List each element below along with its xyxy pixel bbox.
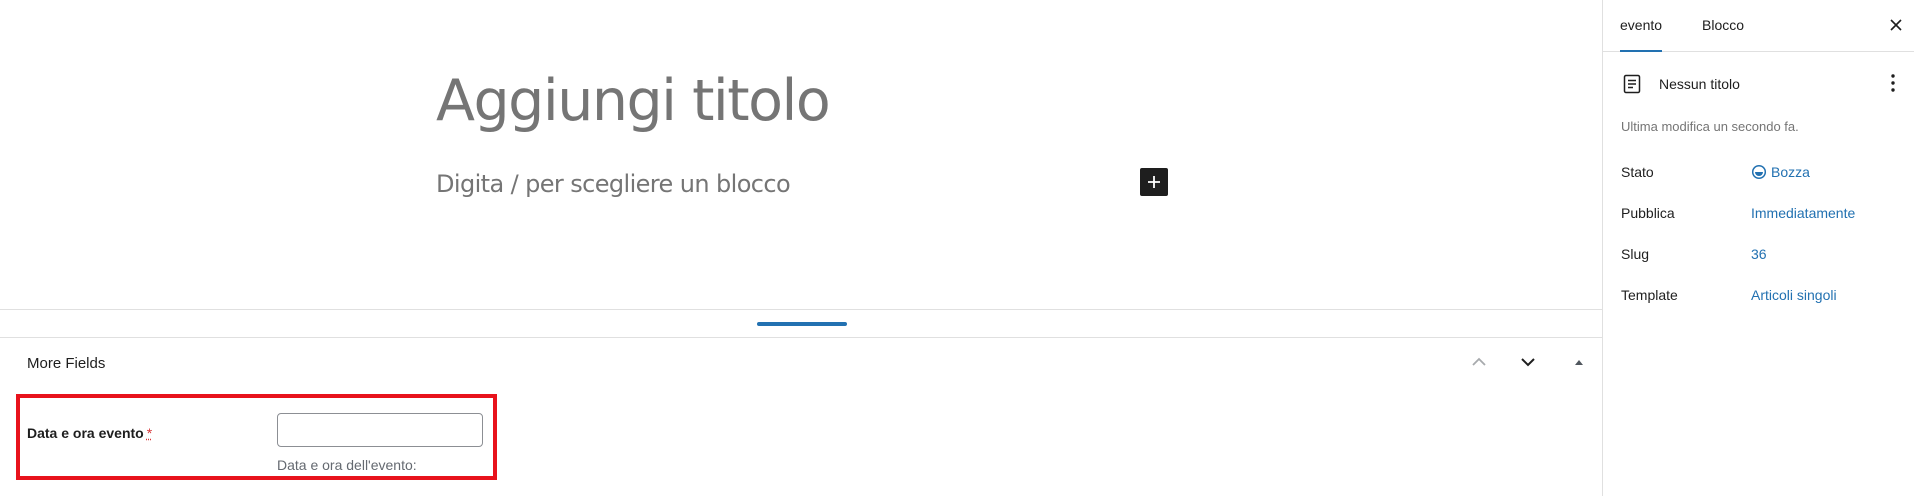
post-actions-button[interactable] bbox=[1887, 71, 1899, 95]
event-datetime-description: Data e ora dell'evento: bbox=[277, 457, 417, 473]
move-up-button[interactable] bbox=[1467, 350, 1491, 374]
last-modified: Ultima modifica un secondo fa. bbox=[1621, 119, 1799, 134]
block-placeholder[interactable]: Digita / per scegliere un blocco bbox=[436, 170, 791, 198]
slug-value[interactable]: 36 bbox=[1751, 246, 1767, 262]
sidebar-tabs: evento Blocco bbox=[1603, 0, 1914, 52]
post-title-input[interactable]: Aggiungi titolo bbox=[436, 68, 831, 134]
chevron-down-icon bbox=[1521, 358, 1535, 367]
close-sidebar-button[interactable] bbox=[1885, 14, 1907, 36]
plus-icon bbox=[1148, 176, 1160, 188]
tab-blocco[interactable]: Blocco bbox=[1702, 0, 1744, 51]
status-label: Stato bbox=[1621, 164, 1654, 180]
status-value[interactable]: Bozza bbox=[1771, 164, 1810, 180]
slug-label: Slug bbox=[1621, 246, 1650, 262]
post-document-icon bbox=[1623, 74, 1641, 94]
divider bbox=[0, 309, 1602, 310]
divider bbox=[0, 337, 1602, 338]
meta-box-title: More Fields bbox=[27, 355, 106, 372]
publish-value[interactable]: Immediatamente bbox=[1751, 205, 1855, 221]
close-icon bbox=[1890, 19, 1902, 31]
chevron-up-icon bbox=[1472, 357, 1486, 366]
add-block-button[interactable] bbox=[1140, 168, 1168, 196]
tab-evento[interactable]: evento bbox=[1620, 0, 1663, 52]
draft-status-icon bbox=[1751, 164, 1767, 180]
post-title: Nessun titolo bbox=[1659, 76, 1740, 92]
template-label: Template bbox=[1621, 287, 1678, 303]
toggle-panel-button[interactable] bbox=[1567, 350, 1591, 374]
required-mark: * bbox=[146, 425, 153, 441]
publish-label: Pubblica bbox=[1621, 205, 1675, 221]
event-datetime-label: Data e ora evento * bbox=[27, 425, 153, 441]
settings-sidebar: evento Blocco Nessun titolo Ultima modif… bbox=[1602, 0, 1914, 496]
meta-boxes-resize-handle[interactable] bbox=[757, 322, 847, 326]
editor-canvas: Aggiungi titolo Digita / per scegliere u… bbox=[0, 0, 1602, 496]
triangle-up-icon bbox=[1575, 360, 1583, 365]
more-vertical-icon bbox=[1891, 74, 1895, 92]
move-down-button[interactable] bbox=[1516, 350, 1540, 374]
template-value[interactable]: Articoli singoli bbox=[1751, 287, 1837, 303]
event-datetime-input[interactable] bbox=[277, 413, 483, 447]
